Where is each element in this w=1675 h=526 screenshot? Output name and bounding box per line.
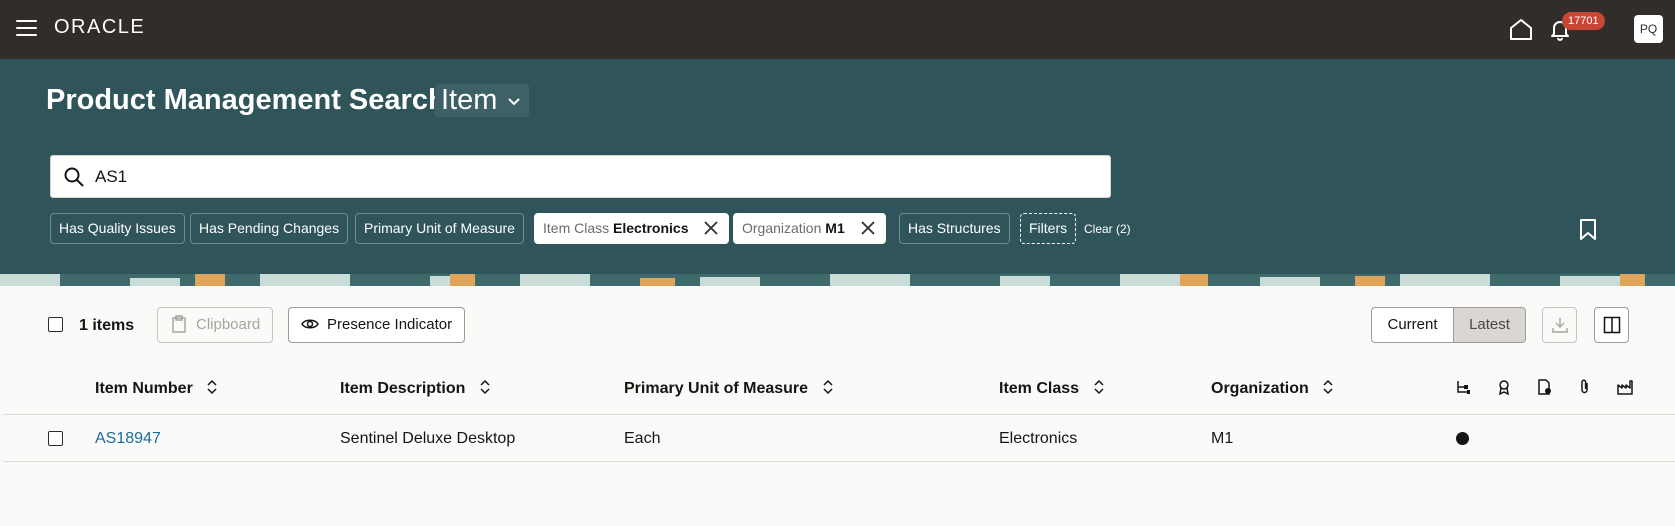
download-button[interactable] xyxy=(1542,307,1577,343)
close-icon[interactable] xyxy=(859,219,877,237)
award-icon[interactable] xyxy=(1496,379,1512,395)
sort-icon xyxy=(1323,379,1333,394)
column-layout-button[interactable] xyxy=(1594,307,1629,343)
filters-button[interactable]: Filters xyxy=(1020,213,1077,244)
clipboard-label: Clipboard xyxy=(196,316,261,333)
row-divider xyxy=(3,461,1675,462)
hamburger-menu-icon[interactable] xyxy=(16,20,37,36)
top-bar: ORACLE 17701 PQ xyxy=(0,0,1675,59)
has-structure-indicator xyxy=(1456,432,1469,445)
filter-label: Has Structures xyxy=(908,220,1001,236)
filter-label: Primary Unit of Measure xyxy=(364,220,515,236)
header-divider xyxy=(3,414,1675,415)
sort-icon xyxy=(480,379,490,394)
object-type-value: Item xyxy=(441,84,498,116)
download-icon xyxy=(1552,318,1568,333)
column-item-description[interactable]: Item Description xyxy=(340,379,490,398)
column-item-class[interactable]: Item Class xyxy=(999,379,1104,398)
page-title: Product Management Search xyxy=(46,84,446,116)
chevron-down-icon xyxy=(508,98,521,106)
column-label: Item Description xyxy=(340,380,466,397)
item-number-link[interactable]: AS18947 xyxy=(95,430,161,448)
filter-item-class[interactable]: Item Class Electronics xyxy=(534,213,730,244)
column-label: Organization xyxy=(1211,380,1309,397)
search-icon xyxy=(64,167,84,187)
latest-toggle[interactable]: Latest xyxy=(1453,307,1526,343)
column-label: Item Class xyxy=(999,380,1080,397)
decorative-pattern xyxy=(0,274,1675,286)
sort-icon xyxy=(822,379,833,394)
presence-indicator-label: Presence Indicator xyxy=(327,316,453,333)
attachment-icon[interactable] xyxy=(1577,379,1593,395)
select-all-checkbox[interactable] xyxy=(48,317,63,332)
structure-icon[interactable] xyxy=(1455,379,1471,395)
sort-icon xyxy=(1093,379,1104,394)
clipboard-icon xyxy=(172,315,186,333)
filter-label: Has Quality Issues xyxy=(59,220,176,236)
row-checkbox[interactable] xyxy=(48,431,63,446)
notification-badge: 17701 xyxy=(1562,12,1605,30)
column-primary-unit-of-measure[interactable]: Primary Unit of Measure xyxy=(624,379,833,398)
filter-label: Item Class xyxy=(543,220,610,236)
filter-label: Filters xyxy=(1029,220,1068,236)
filter-label: Has Pending Changes xyxy=(199,220,340,236)
columns-icon xyxy=(1603,316,1621,334)
object-type-select[interactable]: Item xyxy=(435,84,530,117)
organization-cell: M1 xyxy=(1211,430,1234,447)
filter-has-quality-issues[interactable]: Has Quality Issues xyxy=(50,213,185,244)
filter-value: Electronics xyxy=(613,220,689,236)
home-icon[interactable] xyxy=(1508,17,1534,41)
column-label: Primary Unit of Measure xyxy=(624,380,809,397)
presence-indicator-button[interactable]: Presence Indicator xyxy=(288,307,466,343)
filter-value: M1 xyxy=(825,220,845,236)
filter-primary-unit-of-measure[interactable]: Primary Unit of Measure xyxy=(355,213,524,244)
column-item-number[interactable]: Item Number xyxy=(95,379,217,398)
clipboard-button[interactable]: Clipboard xyxy=(157,307,274,343)
filter-label: Organization xyxy=(742,220,822,236)
clear-filters-link[interactable]: Clear (2) xyxy=(1084,222,1131,236)
column-organization[interactable]: Organization xyxy=(1211,379,1333,398)
user-avatar[interactable]: PQ xyxy=(1634,15,1663,43)
factory-icon[interactable] xyxy=(1617,379,1633,395)
item-class-cell: Electronics xyxy=(999,430,1078,447)
column-label: Item Number xyxy=(95,380,193,397)
bookmark-icon[interactable] xyxy=(1578,218,1598,241)
filter-has-pending-changes[interactable]: Has Pending Changes xyxy=(190,213,349,244)
document-icon[interactable] xyxy=(1536,379,1552,395)
items-count: 1 items xyxy=(79,317,135,334)
filter-organization[interactable]: Organization M1 xyxy=(733,213,886,244)
close-icon[interactable] xyxy=(702,219,720,237)
current-toggle[interactable]: Current xyxy=(1371,307,1454,343)
uom-cell: Each xyxy=(624,430,661,447)
filter-has-structures[interactable]: Has Structures xyxy=(899,213,1010,244)
oracle-logo: ORACLE xyxy=(54,16,146,38)
sort-icon xyxy=(207,379,217,394)
search-input[interactable] xyxy=(95,164,1095,190)
search-box[interactable] xyxy=(50,155,1111,198)
item-description-cell: Sentinel Deluxe Desktop xyxy=(340,430,516,447)
eye-icon xyxy=(301,319,319,329)
